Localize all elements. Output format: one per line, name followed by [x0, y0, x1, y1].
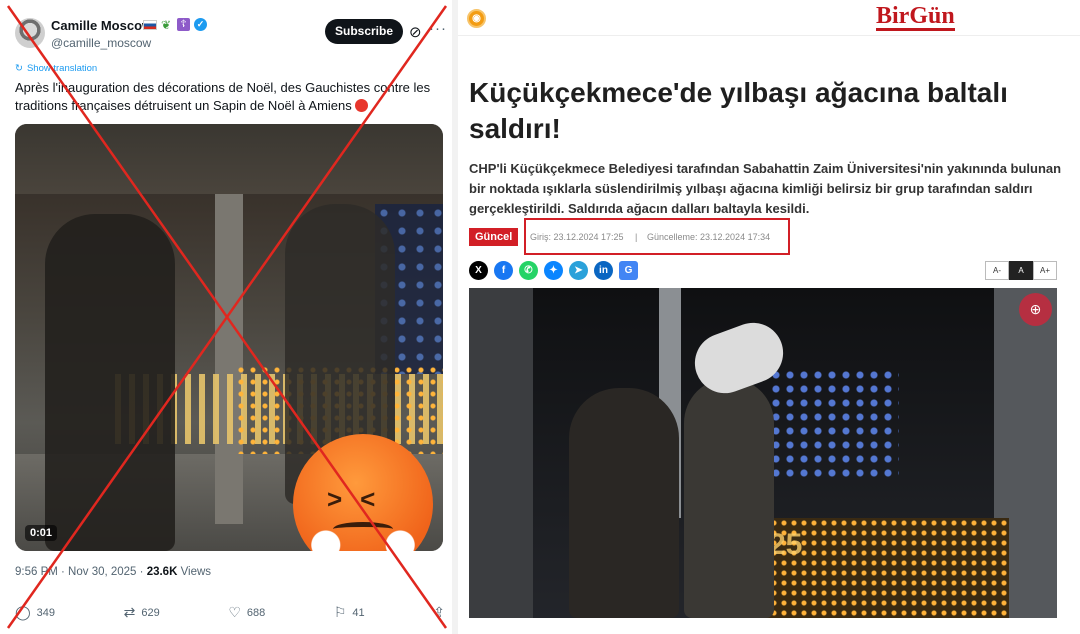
date-separator: | — [635, 232, 638, 242]
show-translation-link[interactable]: ↻ Show translation — [15, 63, 97, 74]
repost-button[interactable]: ⇄ 629 — [124, 604, 160, 621]
article-summary: CHP'li Küçükçekmece Belediyesi tarafında… — [469, 161, 1062, 216]
bookmark-icon: ⚐ — [333, 604, 347, 620]
tweet-body: Après l'inauguration des décorations de … — [15, 80, 431, 113]
zoom-icon[interactable]: ⊕ — [1019, 293, 1052, 326]
tweet-actions: ◯ 349 ⇄ 629 ♡ 688 ⚐ 41 ⇪ — [15, 604, 445, 621]
category-badge[interactable]: Güncel — [469, 228, 519, 246]
emoji-eyes: >< — [327, 484, 394, 514]
repost-icon: ⇄ — [123, 604, 136, 620]
emoji-steam — [301, 530, 425, 551]
site-header: ◉ BirGün — [458, 0, 1080, 36]
site-logo[interactable]: BirGün — [876, 4, 955, 31]
article-headline: Küçükçekmece'de yılbaşı ağacına baltalı … — [469, 77, 1008, 144]
grok-icon[interactable]: ⊘ — [409, 23, 422, 41]
font-size-controls: A- A A+ — [985, 261, 1057, 280]
tweet-card: Camille Moscow ❦ ☦ ✓ @camille_moscow Sub… — [0, 0, 452, 634]
repost-count: 629 — [141, 606, 160, 619]
display-name[interactable]: Camille Moscow — [51, 18, 152, 33]
reply-icon: ◯ — [15, 604, 31, 620]
orthodox-cross-icon: ☦ — [177, 18, 190, 31]
views-label: Views — [177, 566, 212, 578]
photo-scene — [469, 288, 533, 618]
whatsapp-icon[interactable]: ✆ — [519, 261, 538, 280]
translate-icon: ↻ — [15, 63, 23, 74]
bookmark-button[interactable]: ⚐ 41 — [334, 604, 365, 621]
photo-person — [569, 388, 679, 618]
views-count: 23.6K — [146, 566, 178, 578]
photo-scene-blue-lights — [769, 368, 899, 478]
linkedin-icon[interactable]: in — [594, 261, 613, 280]
subscribe-button[interactable]: Subscribe — [325, 19, 403, 44]
google-news-icon[interactable]: G — [619, 261, 638, 280]
font-decrease-button[interactable]: A- — [985, 261, 1009, 280]
photo-scene-number: 25 — [769, 528, 803, 561]
share-button[interactable]: ⇪ — [433, 604, 445, 621]
tweet-timestamp[interactable]: 9:56 PM · Nov 30, 2025 · — [15, 566, 147, 578]
video-scene — [15, 124, 443, 194]
video-timecode: 0:01 — [25, 525, 58, 541]
video-player[interactable]: >< 0:01 — [15, 124, 443, 551]
facebook-icon[interactable]: f — [494, 261, 513, 280]
tweet-text: Après l'inauguration des décorations de … — [15, 79, 445, 115]
show-translation-label: Show translation — [26, 63, 98, 74]
coin-icon[interactable]: ◉ — [467, 9, 486, 28]
article-dates-highlight: Giriş: 23.12.2024 17:25 | Güncelleme: 23… — [524, 218, 790, 255]
heart-icon: ♡ — [228, 604, 241, 620]
bookmark-count: 41 — [352, 606, 365, 619]
news-article: ◉ BirGün Küçükçekmece'de yılbaşı ağacına… — [458, 0, 1080, 634]
angry-face-icon — [355, 99, 369, 112]
like-count: 688 — [246, 606, 266, 619]
x-icon[interactable]: X — [469, 261, 488, 280]
bluesky-icon[interactable]: ✦ — [544, 261, 563, 280]
tweet-meta: 9:56 PM · Nov 30, 2025 · 23.6K Views — [15, 566, 211, 578]
video-person — [45, 214, 175, 551]
telegram-icon[interactable]: ➤ — [569, 261, 588, 280]
font-normal-button[interactable]: A — [1009, 261, 1033, 280]
reply-count: 349 — [36, 606, 56, 619]
handle[interactable]: @camille_moscow — [51, 36, 151, 50]
like-button[interactable]: ♡ 688 — [228, 604, 265, 621]
share-icon: ⇪ — [433, 604, 445, 620]
avatar[interactable] — [15, 18, 45, 48]
share-bar: X f ✆ ✦ ➤ in G — [469, 261, 638, 280]
font-increase-button[interactable]: A+ — [1033, 261, 1057, 280]
photo-person — [684, 378, 774, 618]
article-photo[interactable]: 25 ⊕ — [469, 288, 1057, 618]
more-options-icon[interactable]: ··· — [429, 20, 447, 37]
updated-date: Güncelleme: 23.12.2024 17:34 — [647, 232, 771, 242]
name-badges: ❦ ☦ ✓ — [143, 18, 207, 31]
published-date: Giriş: 23.12.2024 17:25 — [530, 232, 624, 242]
video-scene-pillar — [215, 194, 243, 524]
verified-badge-icon: ✓ — [194, 18, 207, 31]
reply-button[interactable]: ◯ 349 — [15, 604, 55, 621]
plant-icon: ❦ — [161, 17, 172, 32]
russia-flag-icon — [143, 19, 157, 30]
